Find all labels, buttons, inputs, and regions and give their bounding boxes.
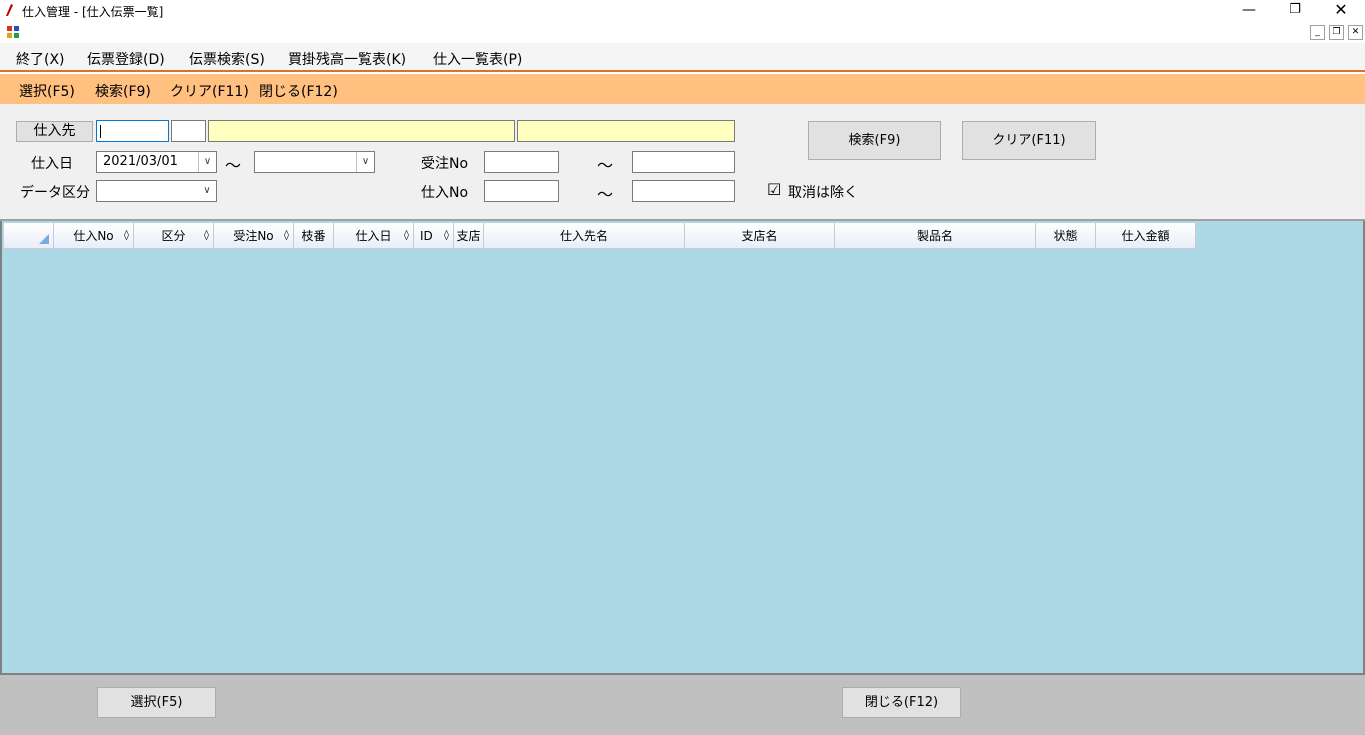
chevron-down-icon[interactable]: ∨ [356,152,374,172]
column-header-id[interactable]: ID ◊ [414,223,454,249]
window-maximize-button[interactable]: ❐ [1272,0,1318,22]
menu-payable-balance-list[interactable]: 買掛残高一覧表(K) [288,49,406,69]
supplier-lookup-button[interactable]: 仕入先 [16,121,93,142]
sort-icon: ◊ [204,230,209,241]
menu-bar: 終了(X) 伝票登録(D) 伝票検索(S) 買掛残高一覧表(K) 仕入一覧表(P… [0,43,1365,72]
column-header-order-no[interactable]: 受注No ◊ [214,223,294,249]
mdi-restore-button[interactable]: ❐ [1329,25,1344,40]
mdi-minimize-button[interactable]: _ [1310,25,1325,40]
order-no-from-input[interactable] [484,151,559,173]
column-header-kind[interactable]: 区分 ◊ [134,223,214,249]
window-close-button[interactable]: ✕ [1318,0,1364,22]
purchase-date-from-combo[interactable]: 2021/03/01 ∨ [96,151,217,173]
chevron-down-icon[interactable]: ∨ [198,152,216,172]
app-pen-icon [6,4,13,16]
data-kind-combo[interactable]: ∨ [96,180,217,202]
purchase-date-label: 仕入日 [31,156,73,172]
sort-icon: ◊ [444,230,449,241]
column-header-purchase-date[interactable]: 仕入日 ◊ [334,223,414,249]
column-header-purchase-no[interactable]: 仕入No ◊ [54,223,134,249]
toolbar-clear[interactable]: クリア(F11) [170,81,249,101]
menu-purchase-list[interactable]: 仕入一覧表(P) [433,49,522,69]
footer-bar: 選択(F5) 閉じる(F12) [0,673,1365,735]
menu-slip-search[interactable]: 伝票検索(S) [189,49,265,69]
supplier-name-field [208,120,515,142]
exclude-cancelled-checkbox[interactable]: ☑ [767,180,781,199]
menu-exit[interactable]: 終了(X) [16,49,65,69]
toolbar-select[interactable]: 選択(F5) [19,81,75,101]
purchase-no-from-input[interactable] [484,180,559,202]
mdi-form-icon[interactable] [6,25,20,39]
sort-icon: ◊ [284,230,289,241]
search-button[interactable]: 検索(F9) [808,121,941,160]
supplier-branch-name-field [517,120,735,142]
column-header-status[interactable]: 状態 [1036,223,1096,249]
select-all-icon [39,234,49,244]
grid-corner-cell[interactable] [4,223,54,249]
purchase-no-label: 仕入No [421,185,469,201]
exclude-cancelled-label[interactable]: 取消は除く [788,182,858,202]
sort-icon: ◊ [404,230,409,241]
order-no-label: 受注No [421,156,469,172]
purchase-no-range-tilde: ～ [597,185,614,204]
search-panel: 仕入先 検索(F9) クリア(F11) 仕入日 2021/03/01 ∨ ～ ∨… [0,104,1365,221]
supplier-branch-input[interactable] [171,120,206,142]
footer-select-button[interactable]: 選択(F5) [97,687,216,718]
window-title: 仕入管理 - [仕入伝票一覧] [22,5,164,19]
mdi-child-strip: _ ❐ ✕ [0,22,1365,42]
column-header-branch[interactable]: 支店 [454,223,484,249]
clear-button[interactable]: クリア(F11) [962,121,1096,160]
chevron-down-icon[interactable]: ∨ [198,181,216,201]
toolbar-close[interactable]: 閉じる(F12) [259,81,338,101]
order-no-to-input[interactable] [632,151,735,173]
function-toolbar: 選択(F5) 検索(F9) クリア(F11) 閉じる(F12) [0,74,1365,104]
data-kind-label: データ区分 [20,185,90,201]
column-header-branch-name[interactable]: 支店名 [685,223,835,249]
purchase-date-to-combo[interactable]: ∨ [254,151,375,173]
column-header-product-name[interactable]: 製品名 [835,223,1036,249]
order-no-range-tilde: ～ [597,156,614,175]
footer-close-button[interactable]: 閉じる(F12) [842,687,961,718]
window-minimize-button[interactable]: — [1226,0,1272,22]
toolbar-search[interactable]: 検索(F9) [95,81,151,101]
purchase-slip-grid[interactable]: 仕入No ◊ 区分 ◊ 受注No ◊ 枝番 仕入日 ◊ ID ◊ 支店 仕入先名… [0,221,1365,673]
purchase-no-to-input[interactable] [632,180,735,202]
menu-slip-register[interactable]: 伝票登録(D) [87,49,165,69]
column-header-purchase-amount[interactable]: 仕入金額 [1096,223,1196,249]
title-bar: 仕入管理 - [仕入伝票一覧] — ❐ ✕ [0,0,1365,22]
mdi-close-button[interactable]: ✕ [1348,25,1363,40]
column-header-supplier-name[interactable]: 仕入先名 [484,223,685,249]
supplier-code-input[interactable] [96,120,169,142]
date-range-tilde: ～ [225,156,242,175]
sort-icon: ◊ [124,230,129,241]
text-caret [100,125,101,138]
column-header-branch-no[interactable]: 枝番 [294,223,334,249]
